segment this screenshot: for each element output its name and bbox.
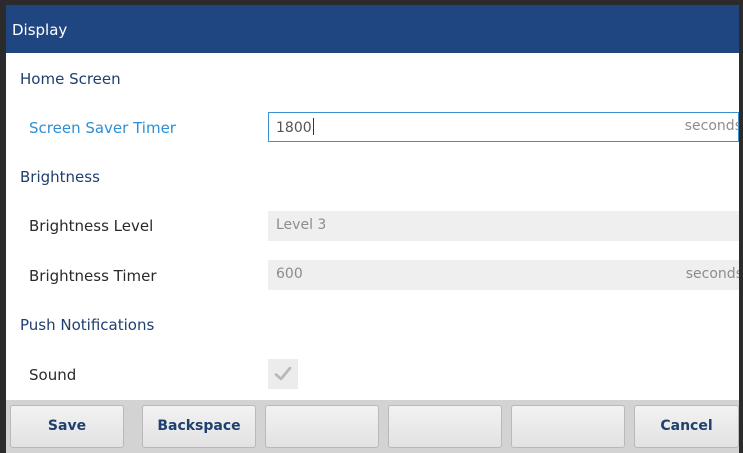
screen-saver-timer-input[interactable]: 1800 seconds	[268, 112, 739, 142]
screen-saver-timer-value: 1800	[276, 120, 312, 136]
text-cursor	[312, 118, 314, 135]
cancel-button[interactable]: Cancel	[634, 405, 739, 448]
softkey-3-button[interactable]	[265, 405, 379, 448]
brightness-timer-value: 600	[276, 266, 303, 282]
display-settings-screen: Display Home Screen Screen Saver Timer 1…	[6, 5, 739, 453]
page-title: Display	[12, 21, 68, 39]
brightness-level-label: Brightness Level	[29, 217, 154, 235]
brightness-level-select[interactable]: Level 3	[268, 211, 739, 241]
screen-saver-timer-label: Screen Saver Timer	[29, 119, 176, 137]
title-bar: Display	[6, 5, 739, 53]
backspace-button[interactable]: Backspace	[142, 405, 256, 448]
section-home-screen: Home Screen	[20, 70, 121, 88]
sound-checkbox[interactable]	[268, 359, 298, 389]
brightness-timer-input[interactable]: 600 seconds	[268, 260, 739, 290]
brightness-timer-unit: seconds	[685, 266, 739, 282]
softkey-4-button[interactable]	[388, 405, 502, 448]
section-brightness: Brightness	[20, 168, 100, 186]
softkey-5-button[interactable]	[511, 405, 625, 448]
checkmark-icon	[274, 366, 292, 381]
screen-saver-timer-unit: seconds	[684, 118, 739, 134]
softkey-bar: Save Backspace Cancel	[6, 400, 739, 453]
save-button[interactable]: Save	[10, 405, 124, 448]
sound-label: Sound	[29, 366, 77, 384]
brightness-timer-label: Brightness Timer	[29, 267, 157, 285]
brightness-level-value: Level 3	[276, 217, 327, 233]
section-push-notifications: Push Notifications	[20, 316, 155, 334]
